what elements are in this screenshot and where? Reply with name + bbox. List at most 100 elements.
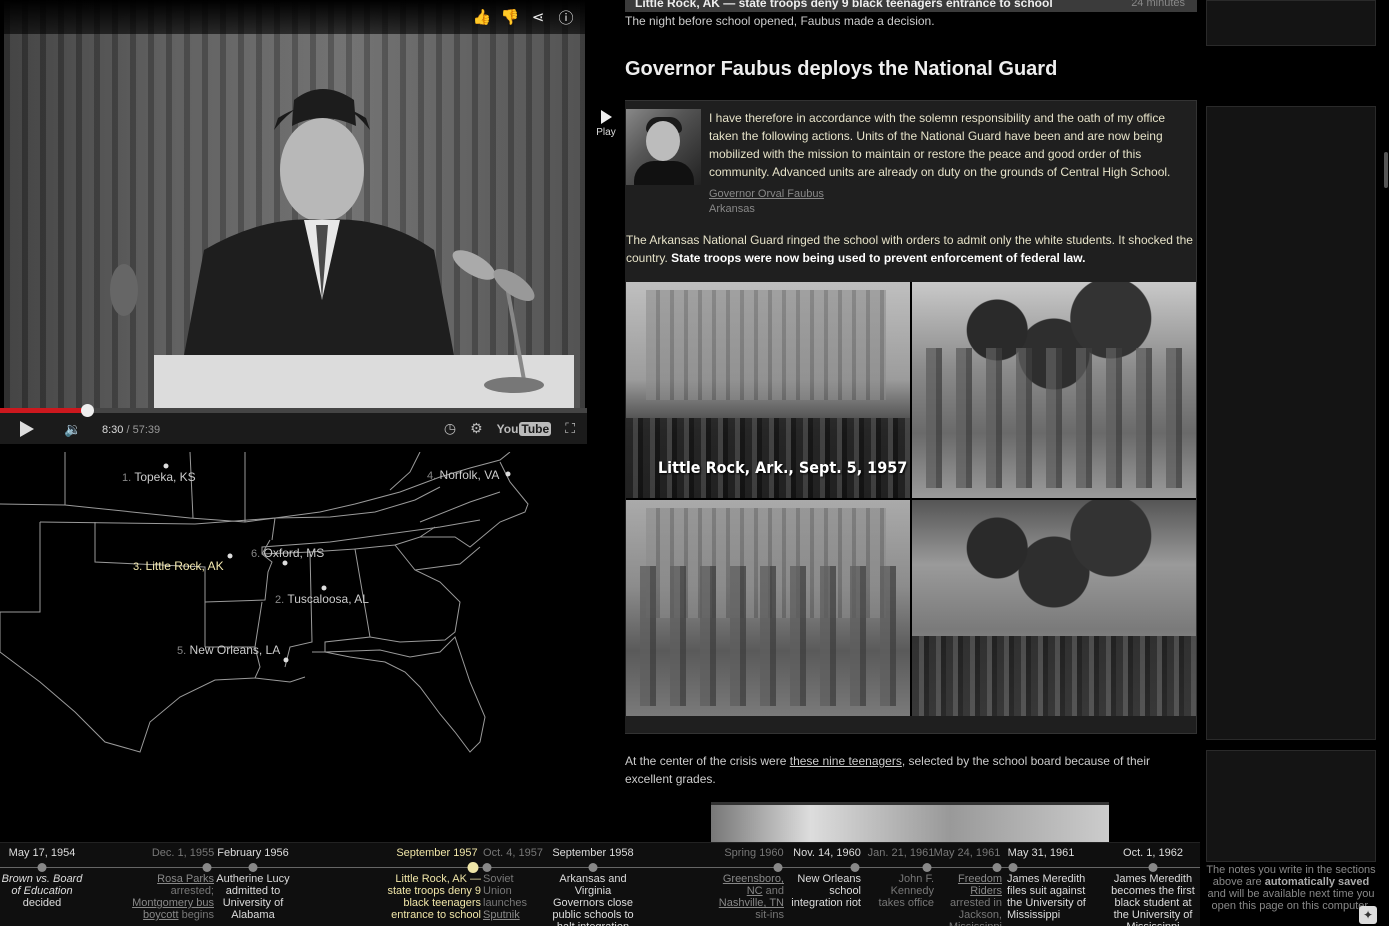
city-label-tuscaloosa[interactable]: 2. Tuscaloosa, AL xyxy=(275,592,369,606)
timeline-marker xyxy=(588,863,598,872)
extension-icon[interactable]: ✦ xyxy=(1359,906,1377,924)
video-player[interactable]: 👍 👎 ⋖ ⓘ 🔉 8:30 / 57:39 ◷ ⚙ You Tube ⛶ xyxy=(0,0,587,444)
timeline-link[interactable]: Sputnik xyxy=(483,909,520,921)
youtube-logo-you: You xyxy=(496,421,519,436)
timeline-date: May 17, 1954 xyxy=(8,847,76,859)
timeline-marker xyxy=(1008,863,1018,872)
city-number: 6. xyxy=(251,548,261,560)
video-top-bar: 👍 👎 ⋖ ⓘ xyxy=(0,0,587,34)
photo-guard-line[interactable] xyxy=(912,282,1196,498)
timeline-desc: Little Rock, AK — state troops deny 9 bl… xyxy=(387,873,481,921)
timeline-marker xyxy=(248,863,258,872)
play-pause-button[interactable] xyxy=(20,421,34,437)
timeline-date: September 1957 xyxy=(396,847,478,859)
photo-guard-school[interactable] xyxy=(626,500,910,716)
play-label: Play xyxy=(596,127,616,138)
fullscreen-icon[interactable]: ⛶ xyxy=(565,420,575,437)
timeline-date: Nov. 14, 1960 xyxy=(793,847,861,859)
timeline-marker xyxy=(37,863,47,872)
timeline-desc-text: decided xyxy=(22,897,62,909)
settings-gear-icon[interactable]: ⚙ xyxy=(470,420,483,437)
speaker-location: Arkansas xyxy=(709,203,755,215)
timeline-desc: New Orleans school integration riot xyxy=(791,873,861,909)
nine-teenagers-link[interactable]: these nine teenagers xyxy=(790,754,902,768)
timeline-marker-current xyxy=(467,862,479,873)
timeline-date: September 1958 xyxy=(552,847,634,859)
city-name: Little Rock, AK xyxy=(145,559,224,573)
timeline-marker xyxy=(922,863,932,872)
youtube-logo[interactable]: You Tube xyxy=(496,421,552,436)
speaker-name-link[interactable]: Governor Orval Faubus xyxy=(709,188,824,200)
timeline: May 17, 1954 Brown vs. Board of Educatio… xyxy=(0,842,1200,926)
city-number: 1. xyxy=(122,472,132,484)
like-icon[interactable]: 👍 xyxy=(473,8,492,26)
timeline-desc: James Meredith becomes the first black s… xyxy=(1111,873,1195,926)
youtube-logo-tube: Tube xyxy=(519,421,552,436)
info-icon[interactable]: ⓘ xyxy=(557,8,575,27)
section-heading: Governor Faubus deploys the National Gua… xyxy=(625,58,1058,80)
city-name: Topeka, KS xyxy=(134,470,196,484)
next-video-clip[interactable] xyxy=(711,802,1109,842)
timeline-desc: Freedom Riders arrested in Jackson, Miss… xyxy=(940,873,1002,926)
notes-panel-2[interactable] xyxy=(1206,106,1376,740)
timeline-desc: Brown vs. Board of Education decided xyxy=(0,873,84,909)
scrollbar-thumb[interactable] xyxy=(1384,152,1388,188)
photo-students-street[interactable] xyxy=(912,500,1196,716)
context-paragraph: The Arkansas National Guard ringed the s… xyxy=(626,231,1194,267)
play-icon xyxy=(600,110,612,124)
progress-handle[interactable] xyxy=(81,404,94,417)
dislike-icon[interactable]: 👎 xyxy=(501,8,520,26)
video-controls: 🔉 8:30 / 57:39 ◷ ⚙ You Tube ⛶ xyxy=(0,404,587,444)
outro-text: At the center of the crisis were xyxy=(625,754,790,768)
previous-section-bar[interactable]: Little Rock, AK — state troops deny 9 bl… xyxy=(625,0,1197,12)
timeline-link[interactable]: Rosa Parks xyxy=(157,873,214,885)
watch-later-icon[interactable]: ◷ xyxy=(444,420,456,437)
progress-bar[interactable] xyxy=(0,404,587,417)
timeline-axis xyxy=(0,867,1200,868)
timeline-desc-text: arrested in Jackson, Mississippi xyxy=(949,897,1002,926)
timeline-desc: Autherine Lucy admitted to University of… xyxy=(216,873,290,921)
state-map: 1. Topeka, KS 2. Tuscaloosa, AL 3. Littl… xyxy=(0,452,590,762)
city-number: 4. xyxy=(427,470,437,482)
city-number: 3. xyxy=(133,561,143,573)
timeline-desc: Soviet Union launches Sputnik xyxy=(483,873,531,921)
note-text-end: and will be available next time you open… xyxy=(1207,888,1375,912)
timeline-link[interactable]: Freedom Riders xyxy=(958,873,1002,897)
timeline-desc-text: begins xyxy=(178,909,214,921)
map-outline xyxy=(0,452,529,753)
photo-caption: Little Rock, Ark., Sept. 5, 1957 xyxy=(658,458,908,477)
article-content: Little Rock, AK — state troops deny 9 bl… xyxy=(625,0,1197,842)
photo-school-crowd[interactable]: Little Rock, Ark., Sept. 5, 1957 xyxy=(626,282,910,498)
share-icon[interactable]: ⋖ xyxy=(529,8,547,26)
city-name: Oxford, MS xyxy=(263,546,325,560)
notes-panel-1[interactable] xyxy=(1206,0,1376,46)
timeline-desc: Greensboro, NC and Nashville, TN sit-ins xyxy=(712,873,784,921)
timeline-desc-text: Soviet Union launches xyxy=(483,873,528,909)
photo-grid: Little Rock, Ark., Sept. 5, 1957 xyxy=(626,282,1196,716)
timeline-link[interactable]: Nashville, TN xyxy=(719,897,784,909)
notes-autosave-message: The notes you write in the sections abov… xyxy=(1206,864,1376,912)
city-label-norfolk[interactable]: 4. Norfolk, VA xyxy=(427,468,499,482)
notes-panel-3[interactable] xyxy=(1206,750,1376,862)
city-label-little-rock[interactable]: 3. Little Rock, AK xyxy=(133,559,224,573)
city-label-topeka[interactable]: 1. Topeka, KS xyxy=(122,470,196,484)
timeline-marker xyxy=(850,863,860,872)
video-frame[interactable] xyxy=(4,0,585,408)
timeline-date: May 31, 1961 xyxy=(1007,847,1075,859)
progress-fill xyxy=(0,408,87,413)
previous-section-title: Little Rock, AK — state troops deny 9 bl… xyxy=(635,0,1053,10)
timeline-marker xyxy=(992,863,1002,872)
city-label-oxford[interactable]: 6. Oxford, MS xyxy=(251,546,324,560)
volume-icon[interactable]: 🔉 xyxy=(64,421,81,438)
timeline-marker xyxy=(202,863,212,872)
city-label-new-orleans[interactable]: 5. New Orleans, LA xyxy=(177,643,280,657)
timeline-date: Oct. 1, 1962 xyxy=(1123,847,1183,859)
timeline-desc-text: sit-ins xyxy=(755,909,784,921)
timeline-marker xyxy=(773,863,783,872)
city-number: 2. xyxy=(275,594,285,606)
timeline-date: Jan. 21, 1961 xyxy=(867,847,935,859)
timeline-desc: James Meredith files suit against the Un… xyxy=(1007,873,1086,921)
play-clip-button[interactable]: Play xyxy=(594,110,618,138)
timeline-desc: Arkansas and Virginia Governors close pu… xyxy=(552,873,634,926)
city-number: 5. xyxy=(177,645,187,657)
